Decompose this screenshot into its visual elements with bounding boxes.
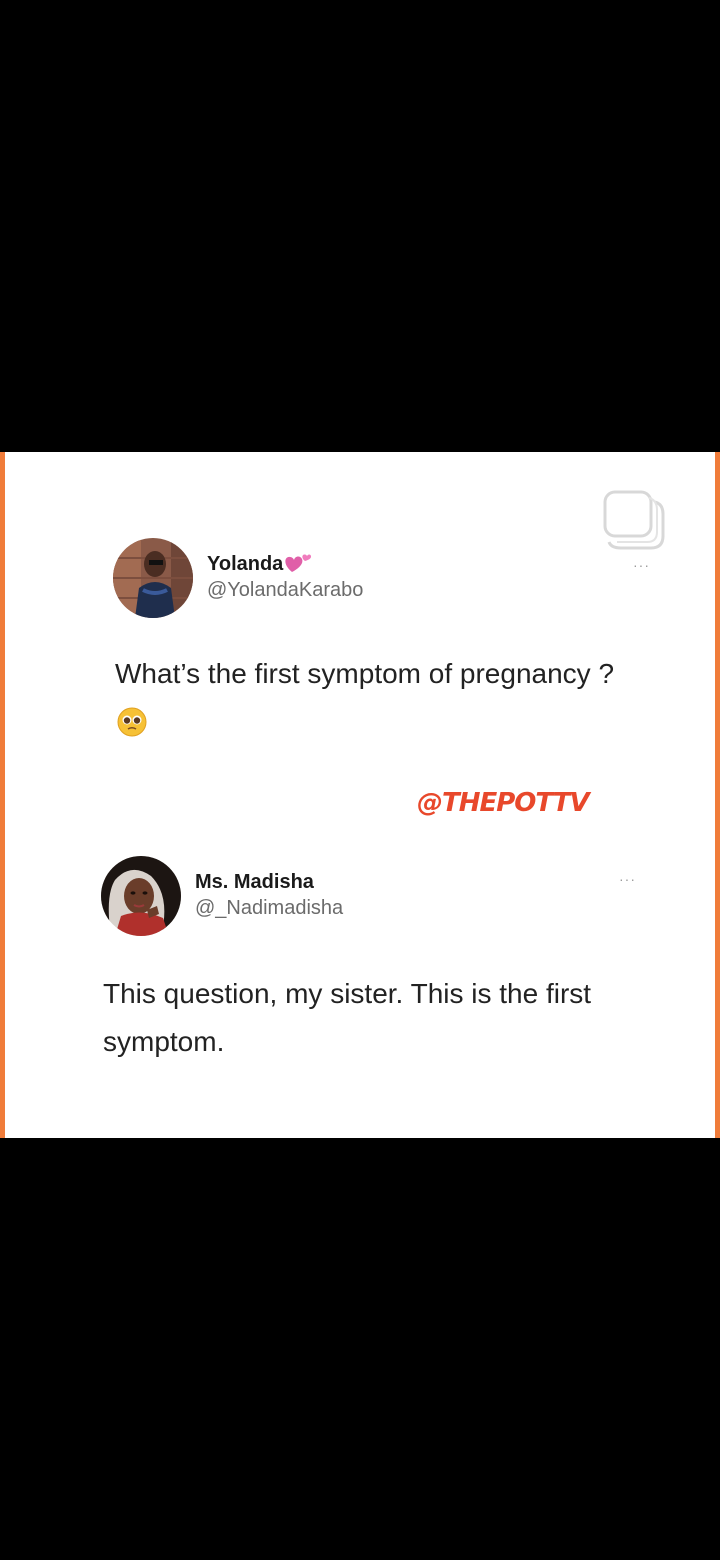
avatar[interactable] [101,856,181,936]
tweet-text: This question, my sister. This is the fi… [103,978,592,1057]
tweet-text: What’s the first symptom of pregnancy ? [115,658,615,689]
tweet-header: Yolanda @YolandaKarabo [5,538,715,620]
tweet-body: This question, my sister. This is the fi… [103,970,643,1066]
tweet-screenshot-card: ··· Yolanda @YolandaKarabo What’s the fi… [0,452,720,1138]
tweet-author: Ms. Madisha @_Nadimadisha [195,870,343,922]
handle[interactable]: @_Nadimadisha [195,894,343,922]
pleading-face-icon [117,707,147,737]
tweet-reply: Ms. Madisha @_Nadimadisha This question,… [5,856,715,1057]
display-name-text: Yolanda [207,553,284,575]
screen: ··· Yolanda @YolandaKarabo What’s the fi… [0,0,720,1560]
tweet-header: Ms. Madisha @_Nadimadisha [5,856,715,938]
two-hearts-icon [285,554,312,572]
handle[interactable]: @YolandaKarabo [207,576,363,604]
tweet-body: What’s the first symptom of pregnancy ? [115,650,635,746]
tweet-author: Yolanda @YolandaKarabo [207,552,363,604]
tweet-original: Yolanda @YolandaKarabo What’s the first … [5,538,715,737]
avatar[interactable] [113,538,193,618]
display-name[interactable]: Yolanda [207,552,363,576]
display-name[interactable]: Ms. Madisha [195,870,343,894]
watermark: @THEPOTTV [417,788,590,818]
